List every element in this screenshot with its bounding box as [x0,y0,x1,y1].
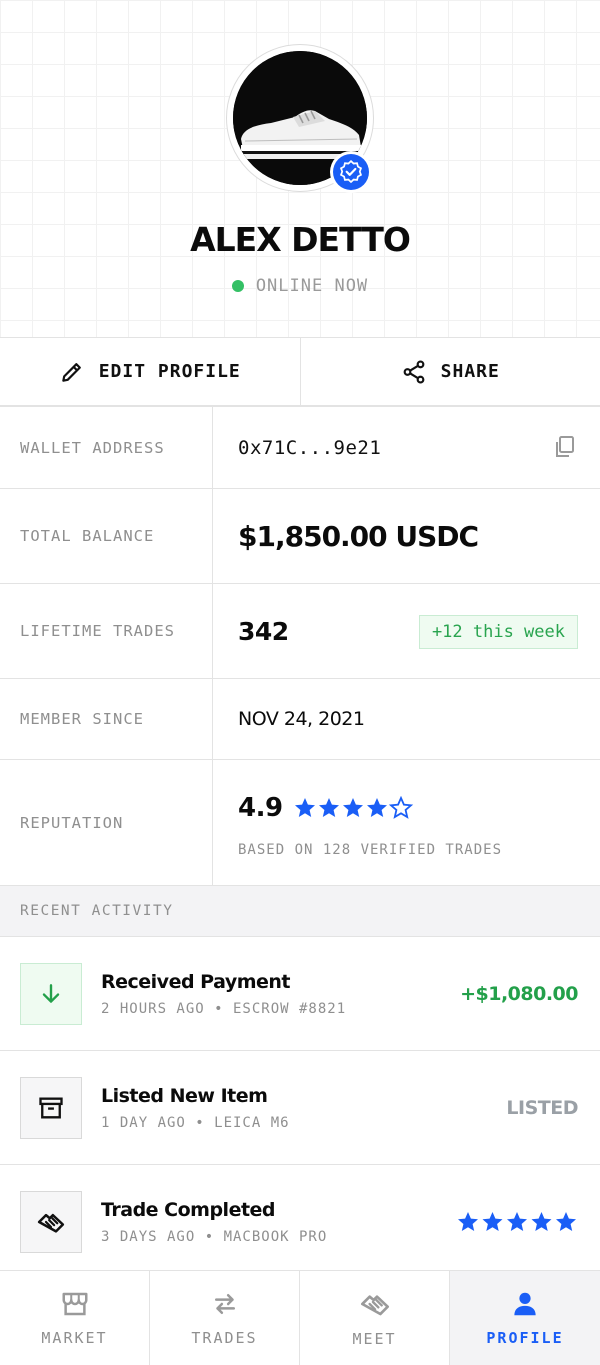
nav-market-label: MARKET [41,1329,108,1347]
reputation-stars [293,796,415,820]
status-text: ONLINE NOW [255,276,369,296]
share-label: SHARE [440,361,500,382]
reputation-label: REPUTATION [0,760,213,885]
activity-item[interactable]: Trade Completed 3 DAYS AGO • MACBOOK PRO [0,1165,600,1279]
trade-rating-stars [456,1210,578,1234]
wallet-row: WALLET ADDRESS 0x71C...9e21 [0,407,600,489]
member-label: MEMBER SINCE [0,679,213,759]
recent-activity-heading: RECENT ACTIVITY [0,886,600,937]
handshake-icon [37,1213,65,1233]
arrow-down-icon [42,983,60,1003]
share-icon [403,360,425,383]
trades-label: LIFETIME TRADES [0,584,213,678]
nav-profile-label: PROFILE [486,1329,564,1347]
reputation-subtext: BASED ON 128 VERIFIED TRADES [238,842,503,858]
nav-market[interactable]: MARKET [0,1271,150,1365]
activity-item[interactable]: Received Payment 2 HOURS AGO • ESCROW #8… [0,937,600,1051]
share-button[interactable]: SHARE [301,338,600,405]
nav-profile[interactable]: PROFILE [450,1271,600,1365]
member-row: MEMBER SINCE NOV 24, 2021 [0,679,600,760]
reputation-score: 4.9 [238,793,283,823]
balance-row: TOTAL BALANCE $1,850.00 USDC [0,489,600,584]
member-since-value: NOV 24, 2021 [238,708,365,730]
verified-badge [330,151,372,193]
five-stars-icon [458,1212,576,1231]
activity-icon-box [20,1076,82,1139]
wallet-address: 0x71C...9e21 [238,436,382,459]
activity-item[interactable]: Listed New Item 1 DAY AGO • LEICA M6 LIS… [0,1051,600,1165]
pencil-icon [61,362,81,382]
activity-status: LISTED [506,1096,578,1119]
nav-trades-label: TRADES [191,1329,258,1347]
user-icon [514,1292,536,1316]
weekly-trades-badge: +12 this week [418,615,578,649]
activity-title: Listed New Item [101,1084,268,1107]
activity-title: Trade Completed [101,1199,276,1221]
trades-value: 342 [238,616,289,646]
trades-row: LIFETIME TRADES 342 +12 this week [0,584,600,679]
activity-meta: 1 DAY AGO • LEICA M6 [101,1114,290,1131]
verified-badge-icon [339,159,363,184]
balance-label: TOTAL BALANCE [0,489,213,583]
activity-icon-box [20,962,82,1025]
wallet-label: WALLET ADDRESS [0,407,213,488]
swap-arrows-icon [214,1294,235,1314]
activity-meta: 2 HOURS AGO • ESCROW #8821 [101,1000,347,1017]
archive-box-icon [39,1097,63,1118]
rating-stars-icon [294,797,412,818]
copy-icon[interactable] [554,435,576,464]
activity-meta: 3 DAYS AGO • MACBOOK PRO [101,1229,328,1245]
edit-profile-label: EDIT PROFILE [98,361,241,382]
profile-info-table: WALLET ADDRESS 0x71C...9e21 TOTAL BALANC… [0,407,600,886]
activity-amount: +$1,080.00 [460,982,578,1005]
profile-actions: EDIT PROFILE SHARE [0,338,600,407]
profile-name: ALEX DETTO [190,220,411,259]
reputation-row: REPUTATION 4.9 BASED ON 128 VERIFIED TRA… [0,760,600,886]
nav-meet-label: MEET [352,1330,397,1348]
online-status: ONLINE NOW [0,276,600,296]
nav-trades[interactable]: TRADES [150,1271,300,1365]
activity-title: Received Payment [101,970,291,993]
activity-list: Received Payment 2 HOURS AGO • ESCROW #8… [0,937,600,1279]
profile-header: ALEX DETTO ONLINE NOW [0,0,600,338]
online-dot-icon [231,280,244,292]
bottom-nav: MARKET TRADES MEET PROFILE [0,1270,600,1365]
activity-icon-box [20,1191,82,1253]
nav-meet[interactable]: MEET [300,1271,450,1365]
edit-profile-button[interactable]: EDIT PROFILE [0,338,301,405]
store-icon [62,1292,87,1316]
balance-value: $1,850.00 USDC [238,519,479,553]
handshake-icon [360,1295,389,1316]
